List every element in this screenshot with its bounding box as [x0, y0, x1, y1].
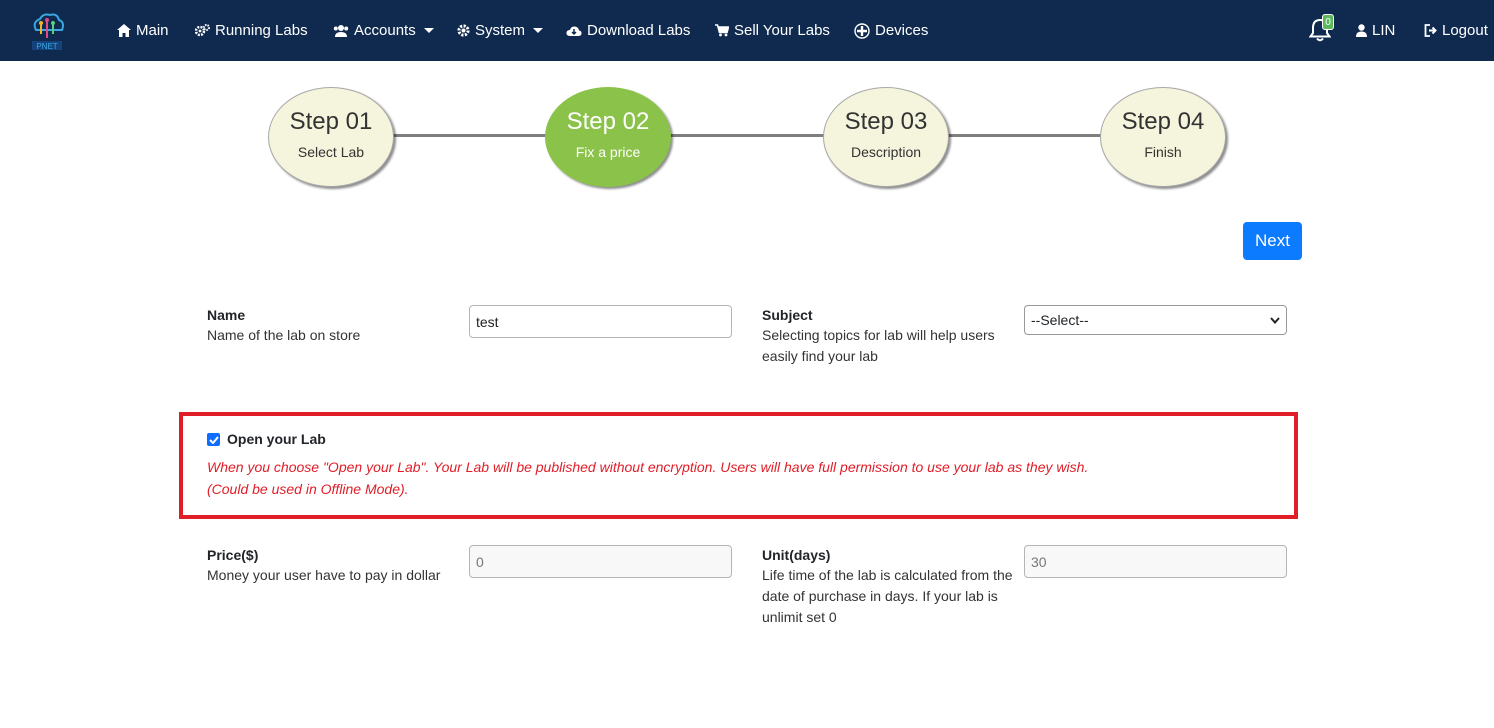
- step-title: Step 01: [289, 108, 373, 135]
- step-title: Step 04: [1121, 108, 1205, 135]
- subject-select[interactable]: --Select--: [1024, 305, 1287, 335]
- nav-sell-your-labs-label: Sell Your Labs: [734, 22, 830, 39]
- step-04: Step 04 Finish: [1100, 87, 1226, 187]
- user-icon: [1356, 24, 1367, 37]
- step-title: Step 02: [566, 108, 650, 135]
- name-label: Name: [207, 307, 246, 323]
- chevron-down-icon: [423, 28, 434, 33]
- top-navbar: PNET Main Running Labs Accounts System D…: [0, 0, 1494, 61]
- open-lab-warning-line1: When you choose "Open your Lab". Your La…: [207, 459, 1089, 475]
- open-lab-label[interactable]: Open your Lab: [227, 431, 326, 447]
- price-input[interactable]: [469, 545, 732, 578]
- logout-icon: [1424, 24, 1437, 37]
- step-subtitle: Finish: [1144, 144, 1182, 160]
- pnet-logo[interactable]: PNET: [26, 10, 68, 52]
- step-subtitle: Select Lab: [297, 144, 365, 160]
- price-label: Price($): [207, 547, 259, 563]
- unit-description-line2: date of purchase in days. If your lab is: [762, 588, 998, 604]
- unit-input[interactable]: [1024, 545, 1287, 578]
- nav-main[interactable]: Main: [117, 0, 169, 61]
- subject-label: Subject: [762, 307, 813, 323]
- step-title: Step 03: [844, 108, 928, 135]
- subject-selected-value: --Select--: [1031, 312, 1089, 328]
- logout-link[interactable]: Logout: [1424, 0, 1488, 61]
- nav-sell-your-labs[interactable]: Sell Your Labs: [715, 0, 830, 61]
- nav-devices[interactable]: Devices: [854, 0, 928, 61]
- chevron-down-icon: [533, 28, 544, 33]
- price-description: Money your user have to pay in dollar: [207, 567, 441, 583]
- check-icon: [208, 435, 219, 444]
- stepper-line: [330, 134, 1162, 137]
- nav-accounts[interactable]: Accounts: [333, 0, 434, 61]
- unit-label: Unit(days): [762, 547, 831, 563]
- notification-badge: 0: [1322, 14, 1334, 30]
- cloud-download-icon: [566, 25, 582, 36]
- nav-system-label: System: [475, 22, 526, 39]
- nav-user[interactable]: LIN: [1356, 0, 1395, 61]
- plus-circle-icon: [854, 22, 870, 39]
- users-icon: [333, 25, 349, 37]
- nav-running-labs[interactable]: Running Labs: [195, 0, 308, 61]
- step-subtitle: Fix a price: [575, 144, 641, 160]
- nav-main-label: Main: [136, 22, 169, 39]
- name-description: Name of the lab on store: [207, 327, 361, 343]
- logo-text: PNET: [36, 42, 57, 51]
- chevron-down-icon: [1270, 316, 1280, 324]
- open-lab-checkbox[interactable]: [207, 433, 220, 446]
- unit-description-line1: Life time of the lab is calculated from …: [762, 567, 1013, 583]
- next-button[interactable]: Next: [1243, 222, 1302, 260]
- nav-download-labs[interactable]: Download Labs: [566, 0, 690, 61]
- unit-description-line3: unlimit set 0: [762, 609, 837, 625]
- step-03: Step 03 Description: [823, 87, 949, 187]
- subject-description-line1: Selecting topics for lab will help users: [762, 327, 995, 343]
- home-icon: [117, 24, 131, 37]
- open-lab-warning-line2: (Could be used in Offline Mode).: [207, 481, 409, 497]
- nav-accounts-label: Accounts: [354, 22, 416, 39]
- nav-running-labs-label: Running Labs: [215, 22, 308, 39]
- cogs-icon: [195, 24, 210, 37]
- nav-user-label: LIN: [1372, 22, 1396, 39]
- step-02: Step 02 Fix a price: [545, 87, 671, 187]
- gear-icon: [457, 24, 470, 37]
- name-input[interactable]: [469, 305, 732, 338]
- cart-icon: [715, 24, 729, 37]
- nav-devices-label: Devices: [875, 22, 929, 39]
- subject-description-line2: easily find your lab: [762, 348, 878, 364]
- nav-download-labs-label: Download Labs: [587, 22, 691, 39]
- step-subtitle: Description: [850, 144, 922, 160]
- nav-system[interactable]: System: [457, 0, 544, 61]
- logout-label: Logout: [1442, 22, 1488, 39]
- step-01: Step 01 Select Lab: [268, 87, 394, 187]
